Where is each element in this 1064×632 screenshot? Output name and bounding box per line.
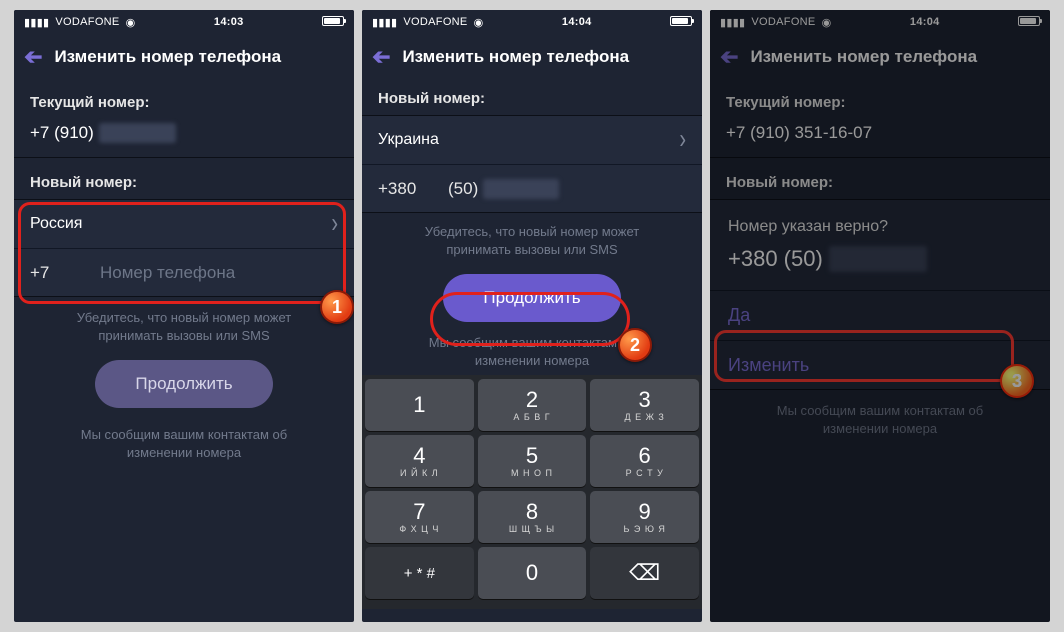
current-number-blur: 000-00-00 — [99, 123, 177, 143]
status-time: 14:03 — [135, 16, 322, 28]
nav-bar: ➔ Изменить номер телефона — [362, 34, 702, 80]
confirm-question: Номер указан верно? — [710, 200, 1050, 240]
continue-button[interactable]: Продолжить — [443, 274, 620, 322]
numeric-keypad: 1 2А Б В Г 3Д Е Ж З 4И Й К Л 5М Н О П 6Р… — [362, 375, 702, 609]
new-number-group: Россия › +7 Номер телефона — [14, 199, 354, 297]
signal-icon: ▮▮▮▮ — [720, 16, 745, 29]
new-number-label: Новый номер: — [710, 157, 1050, 199]
wifi-icon: ◉ — [822, 16, 832, 29]
chevron-right-icon: › — [679, 124, 686, 156]
key-2[interactable]: 2А Б В Г — [478, 379, 587, 431]
battery-icon — [322, 16, 344, 29]
phone-placeholder[interactable]: Номер телефона — [100, 263, 338, 283]
confirm-yes-button[interactable]: Да — [710, 290, 1050, 340]
phone-input-row[interactable]: +380 (50) 000 00 00 — [362, 164, 702, 212]
country-code: +7 — [30, 263, 100, 283]
carrier-name: VODAFONE — [751, 16, 815, 28]
key-0[interactable]: 0 — [478, 547, 587, 599]
new-number-label: Новый номер: — [362, 80, 702, 115]
new-number-label: Новый номер: — [14, 157, 354, 199]
country-name: Украина — [378, 131, 439, 149]
key-3[interactable]: 3Д Е Ж З — [590, 379, 699, 431]
helper-text-1: Убедитесь, что новый номер может принима… — [14, 297, 354, 350]
carrier-name: VODAFONE — [55, 16, 119, 28]
battery-icon — [670, 16, 692, 29]
current-number-label: Текущий номер: — [14, 80, 354, 119]
wifi-icon: ◉ — [126, 16, 136, 29]
helper-text-1: Убедитесь, что новый номер может принима… — [362, 213, 702, 264]
current-number-value: +7 (910) 351-16-07 — [710, 119, 1050, 157]
page-title: Изменить номер телефона — [402, 47, 629, 67]
wifi-icon: ◉ — [474, 16, 484, 29]
key-9[interactable]: 9Ь Э Ю Я — [590, 491, 699, 543]
page-title: Изменить номер телефона — [54, 47, 281, 67]
current-number-prefix: +7 (910) — [30, 123, 94, 142]
back-icon[interactable]: ➔ — [24, 44, 42, 70]
confirm-number-prefix: +380 (50) — [728, 246, 823, 272]
new-number-group: Украина › +380 (50) 000 00 00 — [362, 115, 702, 213]
battery-icon — [1018, 16, 1040, 29]
phone-blur: 000 00 00 — [483, 179, 559, 199]
key-5[interactable]: 5М Н О П — [478, 435, 587, 487]
status-bar: ▮▮▮▮ VODAFONE ◉ 14:04 — [362, 10, 702, 34]
phone-input-row[interactable]: +7 Номер телефона — [14, 248, 354, 296]
signal-icon: ▮▮▮▮ — [372, 16, 397, 29]
confirm-number-blur: 000 00 00 — [829, 246, 927, 272]
back-icon[interactable]: ➔ — [372, 44, 390, 70]
screen-3: ▮▮▮▮ VODAFONE ◉ 14:04 ➔ Изменить номер т… — [710, 10, 1050, 622]
status-time: 14:04 — [831, 16, 1018, 28]
status-time: 14:04 — [483, 16, 670, 28]
helper-text-2: Мы сообщим вашим контактам об изменении … — [710, 390, 1050, 443]
current-number-label: Текущий номер: — [710, 80, 1050, 119]
status-bar: ▮▮▮▮ VODAFONE ◉ 14:04 — [710, 10, 1050, 34]
country-name: Россия — [30, 215, 82, 233]
helper-text-2: Мы сообщим вашим контактам об изменении … — [14, 414, 354, 467]
signal-icon: ▮▮▮▮ — [24, 16, 49, 29]
confirm-number-value: +380 (50) 000 00 00 — [710, 240, 1050, 290]
key-1[interactable]: 1 — [365, 379, 474, 431]
key-6[interactable]: 6Р С Т У — [590, 435, 699, 487]
key-symbols[interactable]: + * # — [365, 547, 474, 599]
chevron-right-icon: › — [331, 208, 338, 240]
screen-2: ▮▮▮▮ VODAFONE ◉ 14:04 ➔ Изменить номер т… — [362, 10, 702, 622]
phone-value[interactable]: (50) 000 00 00 — [448, 179, 686, 199]
continue-button[interactable]: Продолжить — [95, 360, 272, 408]
page-title: Изменить номер телефона — [750, 47, 977, 67]
current-number-value: +7 (910) 000-00-00 — [14, 119, 354, 157]
confirm-change-button[interactable]: Изменить — [710, 340, 1050, 390]
carrier-name: VODAFONE — [403, 16, 467, 28]
key-4[interactable]: 4И Й К Л — [365, 435, 474, 487]
status-bar: ▮▮▮▮ VODAFONE ◉ 14:03 — [14, 10, 354, 34]
key-backspace[interactable]: ⌫ — [590, 547, 699, 599]
helper-text-2: Мы сообщим вашим контактам об изменении … — [362, 328, 702, 375]
screen-1: ▮▮▮▮ VODAFONE ◉ 14:03 ➔ Изменить номер т… — [14, 10, 354, 622]
country-row[interactable]: Украина › — [362, 116, 702, 164]
country-row[interactable]: Россия › — [14, 200, 354, 248]
key-7[interactable]: 7Ф Х Ц Ч — [365, 491, 474, 543]
phone-area: (50) — [448, 179, 478, 198]
nav-bar: ➔ Изменить номер телефона — [14, 34, 354, 80]
nav-bar: ➔ Изменить номер телефона — [710, 34, 1050, 80]
back-icon[interactable]: ➔ — [720, 44, 738, 70]
backspace-icon: ⌫ — [629, 562, 660, 584]
key-8[interactable]: 8Ш Щ Ъ Ы — [478, 491, 587, 543]
country-code: +380 — [378, 179, 448, 199]
